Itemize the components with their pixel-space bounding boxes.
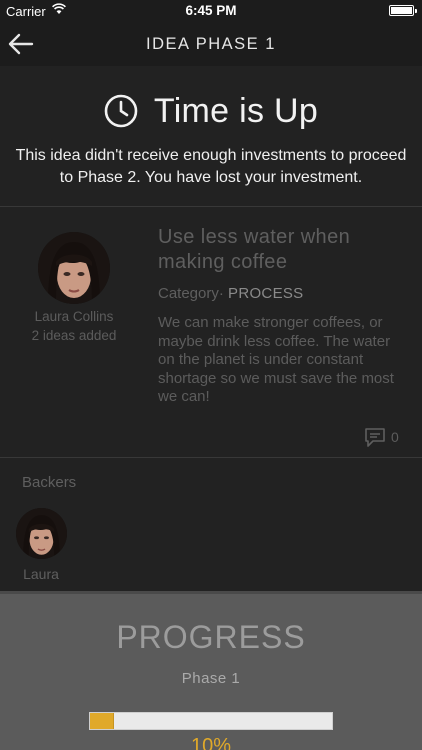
category-label: Category· xyxy=(158,285,224,302)
author-name[interactable]: Laura Collins xyxy=(14,309,134,324)
progress-bar-fill xyxy=(90,713,115,729)
status-time: 6:45 PM xyxy=(185,3,237,18)
timeup-header: Time is Up xyxy=(0,88,422,134)
section-divider xyxy=(0,206,422,207)
progress-percent: 10% xyxy=(190,735,232,750)
idea-category: Category· PROCESS xyxy=(158,285,303,302)
nav-title: IDEA PHASE 1 xyxy=(146,35,276,53)
idea-description: We can make stronger coffees, or maybe d… xyxy=(158,314,394,405)
comments-button[interactable]: 0 xyxy=(364,425,399,449)
navigation-bar: IDEA PHASE 1 xyxy=(0,22,422,66)
progress-phase: Phase 1 xyxy=(181,670,241,687)
section-divider xyxy=(0,457,422,458)
category-value: PROCESS xyxy=(228,285,304,302)
progress-title: PROGRESS xyxy=(116,619,306,655)
progress-panel: PROGRESS Phase 1 10% xyxy=(0,591,422,750)
timeup-message: This idea didn't receive enough investme… xyxy=(15,147,407,186)
backers-label: Backers xyxy=(22,474,77,491)
progress-bar xyxy=(89,712,333,730)
idea-title: Use less water when making coffee xyxy=(158,226,351,273)
clock-icon xyxy=(104,94,138,128)
author-portrait xyxy=(38,232,110,304)
comment-bubble-icon xyxy=(365,428,385,447)
battery-icon xyxy=(389,5,417,16)
comments-count: 0 xyxy=(391,429,399,445)
backer-portrait xyxy=(16,508,67,559)
status-bar: Carrier 6:45 PM xyxy=(0,0,422,22)
author-ideas-count: 2 ideas added xyxy=(31,328,117,343)
timeup-title: Time is Up xyxy=(153,91,319,130)
backer-avatar[interactable] xyxy=(16,508,67,559)
author-avatar[interactable] xyxy=(38,232,110,304)
backer-name: Laura xyxy=(23,566,59,582)
